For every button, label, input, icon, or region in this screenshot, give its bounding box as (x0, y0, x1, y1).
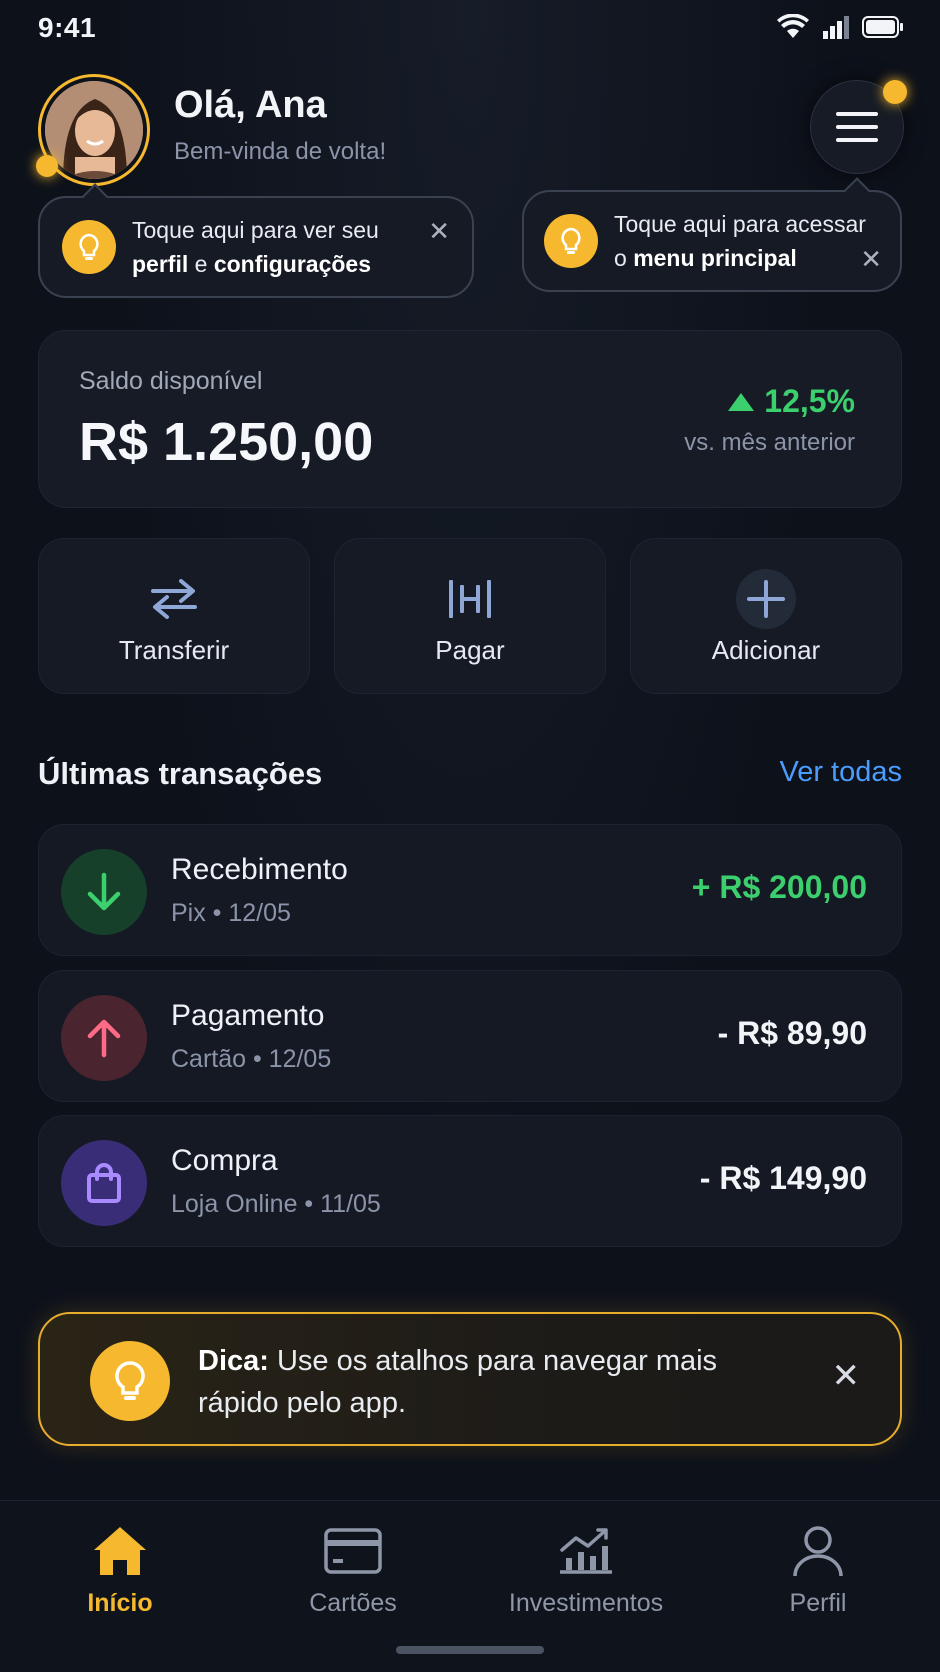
transaction-amount: - R$ 149,90 (699, 1160, 867, 1196)
nav-label: Perfil (789, 1589, 847, 1617)
tooltip-arrow (82, 183, 108, 209)
shopping-bag-icon (61, 1140, 147, 1226)
battery-icon (862, 16, 903, 38)
transaction-row[interactable]: Compra Loja Online • 11/05 - R$ 149,90 (38, 1115, 902, 1247)
tooltip-joiner: e (188, 251, 214, 277)
card-icon (253, 1521, 453, 1581)
transfer-button[interactable]: Transferir (38, 538, 310, 694)
transaction-title: Recebimento (171, 853, 348, 886)
avatar-image (45, 81, 143, 179)
home-icon (20, 1521, 220, 1581)
add-button[interactable]: Adicionar (630, 538, 902, 694)
arrow-down-icon (61, 849, 147, 935)
balance-compare: vs. mês anterior (684, 429, 855, 456)
tooltip-arrow (844, 177, 870, 203)
transaction-subtitle: Cartão • 12/05 (171, 1045, 332, 1073)
nav-label: Investimentos (508, 1589, 664, 1617)
transaction-title: Compra (171, 1144, 278, 1177)
nav-item-profile[interactable]: Perfil (718, 1521, 918, 1618)
plus-icon (736, 569, 796, 629)
lightbulb-icon (62, 220, 116, 274)
signal-icon (823, 16, 849, 39)
tooltip-line: Toque aqui para acessar (614, 211, 866, 237)
nav-item-investments[interactable]: Investimentos (486, 1521, 686, 1618)
tip-banner: Dica: Use os atalhos para navegar mais r… (38, 1312, 902, 1446)
menu-tooltip: Toque aqui para acessar o menu principal… (522, 177, 902, 292)
pay-label: Pagar (435, 635, 505, 665)
wifi-icon (777, 14, 809, 38)
menu-tooltip-text: Toque aqui para acessar o menu principal (614, 207, 866, 275)
profile-tooltip-text: Toque aqui para ver seu perfil e configu… (132, 213, 379, 281)
tooltip-line: Toque aqui para ver seu (132, 217, 379, 243)
nav-item-cards[interactable]: Cartões (253, 1521, 453, 1618)
transaction-amount: - R$ 89,90 (717, 1015, 867, 1051)
menu-notification-dot (883, 80, 907, 104)
balance-label: Saldo disponível (79, 367, 263, 395)
nav-label: Cartões (309, 1589, 397, 1617)
transaction-subtitle: Pix • 12/05 (171, 899, 291, 927)
close-icon[interactable]: ✕ (428, 218, 450, 244)
status-icons (776, 14, 904, 40)
profile-notification-dot (36, 155, 58, 177)
tooltip-bold: perfil (132, 251, 189, 277)
transactions-title: Últimas transações (38, 756, 323, 791)
hamburger-menu-icon (836, 112, 878, 142)
tip-banner-text: Dica: Use os atalhos para navegar mais r… (198, 1340, 758, 1424)
tip-banner-bold: Dica: (198, 1345, 269, 1377)
chart-icon (486, 1521, 686, 1581)
transaction-row[interactable]: Recebimento Pix • 12/05 + R$ 200,00 (38, 824, 902, 956)
home-indicator[interactable] (396, 1646, 544, 1654)
arrow-up-icon (61, 995, 147, 1081)
app-screen: 9:41 Olá, Ana Bem-vinda de volta! Toque … (0, 0, 940, 1672)
lightbulb-icon (90, 1341, 170, 1421)
add-label: Adicionar (711, 635, 821, 665)
avatar (45, 81, 143, 179)
balance-change-value: 12,5% (764, 383, 855, 419)
trend-up-icon (728, 392, 755, 411)
transfer-label: Transferir (118, 635, 230, 665)
see-all-link[interactable]: Ver todas (779, 756, 902, 789)
transaction-row[interactable]: Pagamento Cartão • 12/05 - R$ 89,90 (38, 970, 902, 1102)
close-icon[interactable]: ✕ (860, 246, 882, 272)
user-icon (718, 1521, 918, 1581)
greeting-subtitle: Bem-vinda de volta! (174, 138, 387, 165)
tooltip-bold: configurações (213, 251, 372, 277)
balance-card: Saldo disponível R$ 1.250,00 12,5% vs. m… (38, 330, 902, 508)
plus-icon-bg (736, 569, 796, 629)
close-icon[interactable]: ✕ (832, 1356, 861, 1396)
balance-value: R$ 1.250,00 (79, 412, 374, 472)
nav-label: Início (87, 1589, 153, 1617)
status-time: 9:41 (38, 12, 97, 43)
nav-item-home[interactable]: Início (20, 1521, 220, 1618)
lightbulb-icon (544, 214, 598, 268)
pay-button[interactable]: Pagar (334, 538, 606, 694)
transaction-subtitle: Loja Online • 11/05 (171, 1190, 381, 1218)
transaction-title: Pagamento (171, 999, 325, 1032)
profile-tooltip: Toque aqui para ver seu perfil e configu… (38, 183, 474, 298)
transaction-amount: + R$ 200,00 (691, 869, 867, 905)
tooltip-bold: menu principal (633, 245, 797, 271)
barcode-icon (440, 569, 500, 629)
greeting-title: Olá, Ana (174, 84, 327, 126)
tip-banner-body: Use os atalhos para navegar mais rápido … (198, 1345, 726, 1419)
tooltip-prefix: o (614, 245, 634, 271)
balance-change: 12,5% (728, 383, 855, 420)
transfer-icon (144, 569, 204, 629)
